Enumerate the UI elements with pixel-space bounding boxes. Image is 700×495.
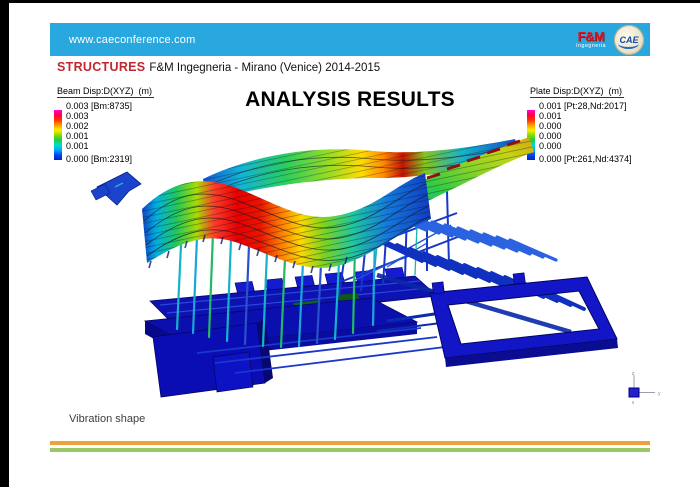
- beam-colorbar: [54, 110, 62, 160]
- header-logos: F&M Ingegneria CAE: [576, 23, 644, 56]
- slide-subtitle: STRUCTURES F&M Ingegneria - Mirano (Venic…: [57, 60, 380, 74]
- left-border: [0, 0, 9, 487]
- conference-url[interactable]: www.caeconference.com: [69, 34, 195, 46]
- header-bar: www.caeconference.com F&M Ingegneria CAE: [50, 23, 650, 56]
- cae-logo-text: CAE: [619, 35, 638, 45]
- structures-brand: STRUCTURES: [57, 60, 145, 74]
- fm-ingegneria-logo: F&M Ingegneria: [576, 30, 606, 50]
- beam-legend-entry: 0.003: [66, 111, 200, 121]
- plate-legend-entry: 0.001: [539, 111, 688, 121]
- axes-triad-icon: z y x: [618, 370, 668, 414]
- slide-page: www.caeconference.com F&M Ingegneria CAE…: [0, 0, 700, 495]
- triad-x-label: x: [632, 400, 635, 406]
- cae-logo: CAE: [614, 25, 644, 55]
- triad-y-label: y: [658, 391, 661, 397]
- beam-legend-entry: 0.003 [Bm:8735]: [66, 101, 200, 111]
- top-border: [0, 0, 700, 3]
- plate-legend-title: Plate Disp:D(XYZ) (m): [530, 86, 624, 98]
- fm-logo-subtext: Ingegneria: [576, 44, 606, 50]
- slide-caption: Vibration shape: [69, 413, 145, 425]
- footer-rule-orange: [50, 441, 650, 445]
- project-title: F&M Ingegneria - Mirano (Venice) 2014-20…: [149, 62, 380, 74]
- detached-left-piece: [91, 172, 141, 205]
- beam-legend-title: Beam Disp:D(XYZ) (m): [57, 86, 154, 98]
- fm-logo-text: F&M: [576, 30, 606, 43]
- roof-front-band: [142, 173, 431, 268]
- plate-legend-entry: 0.001 [Pt:28,Nd:2017]: [539, 101, 688, 111]
- footer-rule-green: [50, 448, 650, 452]
- fea-model-visualization: [85, 125, 625, 405]
